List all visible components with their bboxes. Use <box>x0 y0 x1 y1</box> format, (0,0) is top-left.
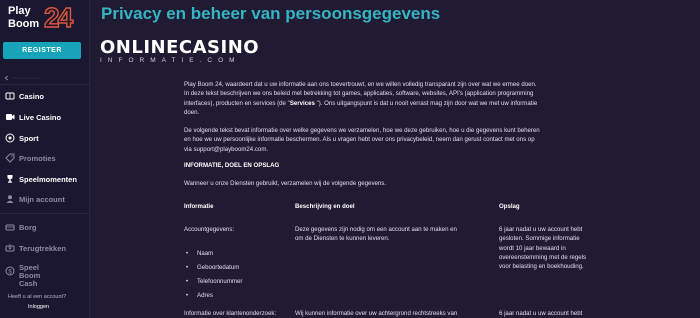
sidebar-item-label: Speel Boom Cash <box>19 263 41 288</box>
list-item: Telefoonnummer <box>186 278 242 285</box>
deposit-icon <box>5 222 15 232</box>
cell-line: gesloten. Sommige informatie <box>499 235 580 243</box>
sport-icon <box>5 133 15 143</box>
collapse-arrow-icon[interactable] <box>3 68 43 81</box>
withdraw-icon <box>5 243 15 253</box>
table-cell-description: Deze gegevens zijn nodig om een account … <box>295 225 493 244</box>
paragraph-line: interfaces), producten en services (de "… <box>184 99 612 108</box>
section-heading: INFORMATIE, DOEL EN OPSLAG <box>184 162 280 169</box>
sidebar-item-label: Live Casino <box>19 112 62 122</box>
paragraph-text: interfaces), producten en services (de " <box>184 99 290 107</box>
cell-line: voor belasting en boekhouding. <box>499 263 584 271</box>
casino-icon <box>5 91 15 101</box>
bullet-text: Naam <box>197 250 214 257</box>
table-cell-description: Wij kunnen informatie over uw achtergron… <box>295 310 458 317</box>
sidebar-item-speel-boom-cash[interactable]: $ Speel Boom Cash <box>0 262 90 288</box>
sidebar-item-label: Mijn account <box>19 194 65 204</box>
table-header-informatie: Informatie <box>184 203 214 210</box>
paragraph-line: De volgende tekst bevat informatie over … <box>184 127 540 134</box>
paragraph-line: In deze tekst beschrijven we ons beleid … <box>184 90 534 98</box>
trophy-icon <box>5 174 15 184</box>
playboom-logo[interactable]: Play Boom 24 <box>6 1 86 36</box>
sidebar-item-sport[interactable]: Sport <box>0 130 90 146</box>
paragraph-line: via support@playboom24.com. <box>184 145 269 153</box>
paragraph-line: en hoe we uw persoonlijke informatie bes… <box>184 136 535 144</box>
account-icon <box>5 194 15 204</box>
sidebar: Play Boom 24 REGISTER Casino Live Casino… <box>0 0 90 318</box>
cell-line: wordt 10 jaar bewaard in <box>499 244 566 252</box>
sidebar-item-label: Promoties <box>19 153 56 163</box>
sidebar-item-casino[interactable]: Casino <box>0 88 90 104</box>
paragraph-line: Play Boom 24, waardeert dat u uw informa… <box>184 81 537 88</box>
have-account-text: Heeft u al een account? <box>8 294 67 300</box>
sidebar-divider <box>0 213 90 214</box>
onlinecasino-watermark-logo: ONLINECASINO INFORMATIE.COM <box>100 37 330 65</box>
list-item: Naam <box>186 250 213 257</box>
logo-number: 24 <box>43 1 74 33</box>
main-content: Privacy en beheer van persoonsgegevens O… <box>90 0 700 318</box>
cell-line: om de Diensten te kunnen leveren. <box>295 235 390 243</box>
sidebar-item-label: Terugtrekken <box>19 243 66 253</box>
live-casino-icon <box>5 112 15 122</box>
cell-line: Deze gegevens zijn nodig om een account … <box>295 226 457 233</box>
paragraph-text: "). Ons uitgangspunt is dat u nooit verr… <box>314 99 538 107</box>
register-button[interactable]: REGISTER <box>3 42 81 59</box>
sidebar-item-borg[interactable]: Borg <box>0 219 90 235</box>
services-term: Services <box>289 99 315 107</box>
list-item: Adres <box>186 292 213 299</box>
logo-line1: Play <box>8 5 31 17</box>
sidebar-item-label: Speelmomenten <box>19 174 77 184</box>
section-intro: Wanneer u onze Diensten gebruikt, verzam… <box>184 180 387 187</box>
table-cell-storage: 6 jaar nadat u uw account hebt gesloten.… <box>499 225 619 271</box>
sidebar-item-promoties[interactable]: Promoties <box>0 150 90 166</box>
sidebar-divider <box>0 84 90 85</box>
bullet-text: Adres <box>197 292 213 299</box>
list-item: Geboortedatum <box>186 264 239 271</box>
boom-cash-icon: $ <box>5 266 15 276</box>
promotions-icon <box>5 153 15 163</box>
bullet-text: Geboortedatum <box>197 264 240 271</box>
table-header-beschrijving: Beschrijving en doel <box>295 203 355 210</box>
bullet-text: Telefoonnummer <box>197 278 243 285</box>
watermark-big: ONLINECASINO <box>100 37 260 58</box>
sidebar-item-speelmomenten[interactable]: Speelmomenten <box>0 171 90 187</box>
watermark-small: INFORMATIE.COM <box>100 57 241 64</box>
page-title: Privacy en beheer van persoonsgegevens <box>101 4 441 23</box>
table-cell-info: Accountgegevens: <box>184 226 235 233</box>
table-cell-storage: 6 jaar nadat u uw account hebt <box>499 310 583 317</box>
intro-paragraph: Play Boom 24, waardeert dat u uw informa… <box>184 80 612 118</box>
login-link[interactable]: Inloggen <box>28 304 49 310</box>
data-info-paragraph: De volgende tekst bevat informatie over … <box>184 126 612 154</box>
cell-line: 6 jaar nadat u uw account hebt <box>499 226 583 233</box>
table-header-opslag: Opslag <box>499 203 520 210</box>
table-cell-info: Informatie over klantenonderzoek: <box>184 310 277 317</box>
sidebar-item-live-casino[interactable]: Live Casino <box>0 109 90 125</box>
logo-line2: Boom <box>8 18 40 30</box>
sidebar-item-label: Borg <box>19 222 37 232</box>
sidebar-item-label: Casino <box>19 91 45 101</box>
cell-line: overeenstemming met de regels <box>499 253 587 261</box>
sidebar-item-label: Sport <box>19 133 39 143</box>
paragraph-line: doen. <box>184 109 200 117</box>
sidebar-item-terugtrekken[interactable]: Terugtrekken <box>0 240 90 256</box>
sidebar-item-mijn-account[interactable]: Mijn account <box>0 191 90 207</box>
